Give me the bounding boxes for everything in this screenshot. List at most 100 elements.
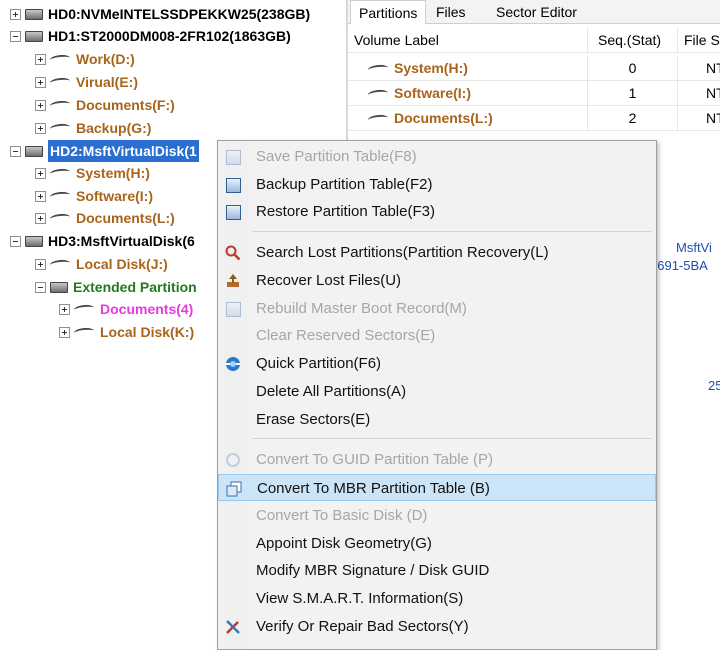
tree-partition-documents-f[interactable]: Documents(F:): [35, 94, 175, 116]
partition-label: Local Disk(K:): [100, 324, 195, 340]
tree-disk-hd3[interactable]: HD3:MsftVirtualDisk(6: [10, 230, 195, 252]
volume-cell: System(H:): [348, 56, 588, 81]
menu-item-label: Rebuild Master Boot Record(M): [256, 300, 467, 317]
expand-icon[interactable]: [35, 76, 46, 88]
menu-item-convert-to-guid[interactable]: Convert To GUID Partition Table (P): [218, 446, 656, 473]
partition-icon: [49, 258, 71, 270]
column-header-seq[interactable]: Seq.(Stat): [588, 28, 678, 53]
menu-item-label: Erase Sectors(E): [256, 411, 371, 428]
expand-icon[interactable]: [35, 212, 46, 224]
disk-icon: [25, 8, 43, 20]
disk-label: HD1:ST2000DM008-2FR102(1863GB): [48, 28, 291, 44]
menu-item-label: Quick Partition(F6): [256, 355, 382, 372]
column-header-volume-label[interactable]: Volume Label: [348, 28, 588, 53]
convert-mbr-icon: [225, 480, 243, 498]
menu-item-search-lost-partitions[interactable]: Search Lost Partitions(Partition Recover…: [218, 239, 656, 266]
expand-icon[interactable]: [35, 190, 46, 202]
menu-separator: [252, 231, 652, 232]
menu-item-label: Search Lost Partitions(Partition Recover…: [256, 244, 549, 261]
disk-icon: [25, 145, 43, 157]
expand-icon[interactable]: [59, 303, 70, 315]
tab-bar: Partitions Files Sector Editor: [348, 0, 720, 25]
tree-partition-documents-l[interactable]: Documents(L:): [35, 207, 175, 229]
tree-partition-system[interactable]: System(H:): [35, 162, 150, 184]
table-row[interactable]: Documents(L:) 2 NT: [348, 106, 720, 131]
disk-label: HD0:NVMeINTELSSDPEKKW25(238GB): [48, 6, 311, 22]
expand-icon[interactable]: [59, 326, 70, 338]
menu-item-clear-reserved-sectors[interactable]: Clear Reserved Sectors(E): [218, 322, 656, 349]
volume-label: Software(I:): [394, 85, 471, 101]
rebuild-mbr-icon: [224, 300, 242, 318]
table-header: Volume Label Seq.(Stat) File S: [348, 28, 720, 53]
menu-item-delete-all-partitions[interactable]: Delete All Partitions(A): [218, 378, 656, 405]
tree-disk-hd0[interactable]: HD0:NVMeINTELSSDPEKKW25(238GB): [10, 3, 310, 25]
partition-icon: [367, 88, 389, 99]
file-system-cell: NT: [706, 85, 720, 101]
expand-icon[interactable]: [35, 53, 46, 65]
partition-icon: [73, 326, 95, 338]
partition-label: Documents(4): [100, 301, 194, 317]
menu-item-view-smart[interactable]: View S.M.A.R.T. Information(S): [218, 585, 656, 612]
expand-icon[interactable]: [35, 122, 46, 134]
partition-label: Documents(F:): [76, 97, 175, 113]
collapse-icon[interactable]: [10, 30, 21, 42]
tree-partition-virual[interactable]: Virual(E:): [35, 71, 138, 93]
partition-label: Software(I:): [76, 188, 153, 204]
collapse-icon[interactable]: [10, 145, 21, 157]
file-system-cell: NT: [706, 60, 720, 76]
partition-label: Backup(G:): [76, 120, 152, 136]
tree-partition-work[interactable]: Work(D:): [35, 48, 135, 70]
menu-separator: [252, 438, 652, 439]
tab-files[interactable]: Files: [428, 0, 474, 24]
partition-icon: [49, 76, 71, 88]
menu-item-backup-partition-table[interactable]: Backup Partition Table(F2): [218, 171, 656, 198]
table-row[interactable]: System(H:) 0 NT: [348, 56, 720, 81]
table-row[interactable]: Software(I:) 1 NT: [348, 81, 720, 106]
menu-item-rebuild-mbr[interactable]: Rebuild Master Boot Record(M): [218, 295, 656, 322]
menu-item-label: Recover Lost Files(U): [256, 272, 402, 289]
tree-partition-local-disk-k[interactable]: Local Disk(K:): [59, 321, 194, 343]
partition-icon: [49, 122, 71, 134]
expand-icon[interactable]: [10, 8, 21, 20]
tree-disk-hd2[interactable]: HD2:MsftVirtualDisk(1: [10, 140, 199, 162]
expand-icon[interactable]: [35, 167, 46, 179]
collapse-icon[interactable]: [35, 281, 46, 293]
tree-partition-software[interactable]: Software(I:): [35, 185, 153, 207]
tab-sector-editor[interactable]: Sector Editor: [488, 0, 585, 24]
tree-partition-extended[interactable]: Extended Partition: [35, 276, 197, 298]
disk-label: HD2:MsftVirtualDisk(1: [48, 140, 199, 162]
tree-partition-local-disk-j[interactable]: Local Disk(J:): [35, 253, 168, 275]
partition-label: Local Disk(J:): [76, 256, 168, 272]
recover-files-icon: [224, 272, 242, 290]
column-header-file-system[interactable]: File S: [678, 28, 720, 53]
menu-item-label: Convert To GUID Partition Table (P): [256, 451, 494, 468]
expand-icon[interactable]: [35, 99, 46, 111]
tree-partition-documents-4[interactable]: Documents(4): [59, 298, 193, 320]
partition-icon: [49, 167, 71, 179]
partition-icon: [49, 99, 71, 111]
disk-guid-text: 9691-5BA: [650, 258, 708, 273]
expand-icon[interactable]: [35, 258, 46, 270]
tab-partitions[interactable]: Partitions: [350, 0, 427, 25]
context-menu: Save Partition Table(F8) Backup Partitio…: [217, 140, 657, 650]
menu-item-convert-to-basic-disk[interactable]: Convert To Basic Disk (D): [218, 502, 656, 529]
tree-disk-hd1[interactable]: HD1:ST2000DM008-2FR102(1863GB): [10, 25, 291, 47]
restore-table-icon: [224, 203, 242, 221]
menu-item-modify-mbr-signature[interactable]: Modify MBR Signature / Disk GUID: [218, 557, 656, 584]
convert-guid-icon: [224, 451, 242, 469]
tree-partition-backup[interactable]: Backup(G:): [35, 117, 151, 139]
menu-item-label: Backup Partition Table(F2): [256, 176, 433, 193]
partition-icon: [73, 303, 95, 315]
menu-item-erase-sectors[interactable]: Erase Sectors(E): [218, 406, 656, 433]
disk-label: HD3:MsftVirtualDisk(6: [48, 233, 195, 249]
menu-item-convert-to-mbr[interactable]: Convert To MBR Partition Table (B): [218, 474, 656, 501]
menu-item-label: Modify MBR Signature / Disk GUID: [256, 562, 490, 579]
collapse-icon[interactable]: [10, 235, 21, 247]
seq-cell: 0: [588, 56, 678, 81]
save-icon: [224, 148, 242, 166]
menu-item-quick-partition[interactable]: Quick Partition(F6): [218, 350, 656, 377]
menu-item-recover-lost-files[interactable]: Recover Lost Files(U): [218, 267, 656, 294]
menu-item-appoint-disk-geometry[interactable]: Appoint Disk Geometry(G): [218, 530, 656, 557]
menu-item-save-partition-table[interactable]: Save Partition Table(F8): [218, 143, 656, 170]
menu-item-restore-partition-table[interactable]: Restore Partition Table(F3): [218, 198, 656, 225]
